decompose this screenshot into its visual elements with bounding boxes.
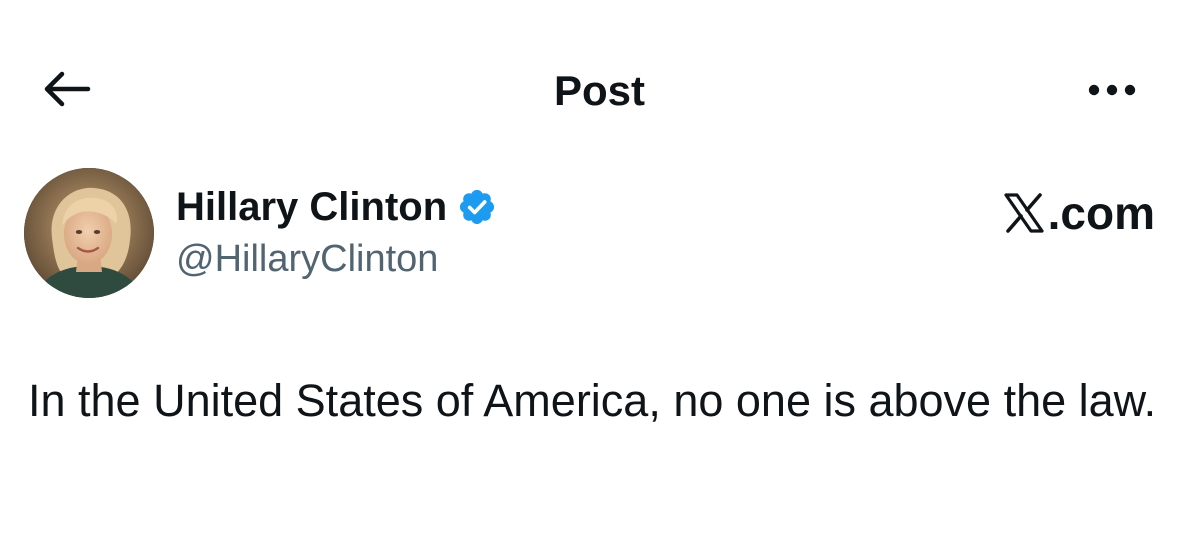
author-name-row: Hillary Clinton xyxy=(176,182,497,232)
watermark-text: .com xyxy=(1047,187,1155,239)
author-display-name[interactable]: Hillary Clinton xyxy=(176,183,447,231)
more-options-button[interactable] xyxy=(1080,72,1144,112)
x-com-watermark: .com xyxy=(1002,186,1155,240)
page-title: Post xyxy=(553,67,645,114)
x-logo-icon xyxy=(1002,191,1046,235)
verified-badge-icon[interactable] xyxy=(457,187,497,227)
post-text: In the United States of America, no one … xyxy=(28,375,1157,426)
author-handle[interactable]: @HillaryClinton xyxy=(176,236,438,282)
more-horizontal-icon xyxy=(1082,80,1142,105)
avatar[interactable] xyxy=(24,168,154,298)
